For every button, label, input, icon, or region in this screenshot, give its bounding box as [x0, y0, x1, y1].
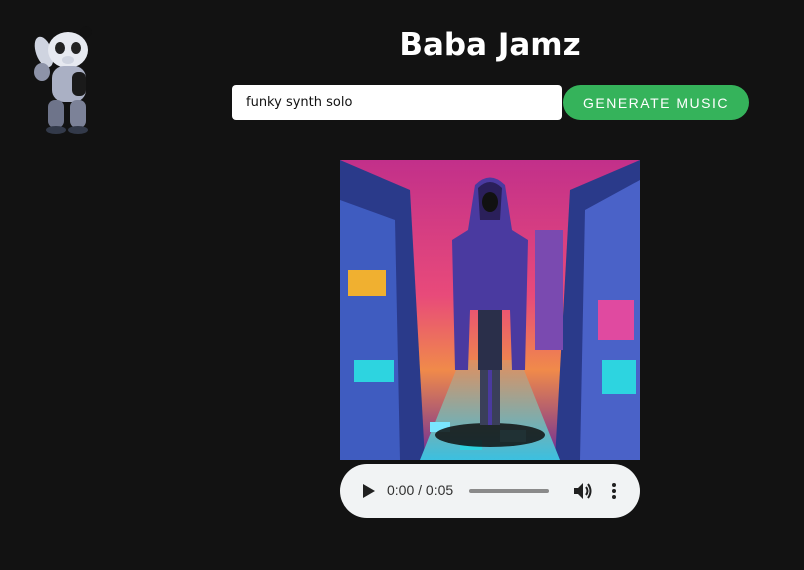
music-prompt-input[interactable] [232, 85, 562, 120]
audio-player: 0:00 / 0:05 [340, 464, 640, 518]
generate-music-button[interactable]: GENERATE MUSIC [563, 85, 749, 120]
app-page: Baba Jamz GENERATE MUSIC [0, 0, 804, 570]
more-options-icon[interactable] [604, 480, 624, 502]
volume-icon[interactable] [571, 480, 593, 502]
page-title: Baba Jamz [399, 27, 581, 63]
progress-bar[interactable] [469, 489, 549, 493]
album-cover-image [340, 160, 640, 460]
play-icon[interactable] [358, 481, 378, 501]
playback-time: 0:00 / 0:05 [387, 482, 454, 498]
